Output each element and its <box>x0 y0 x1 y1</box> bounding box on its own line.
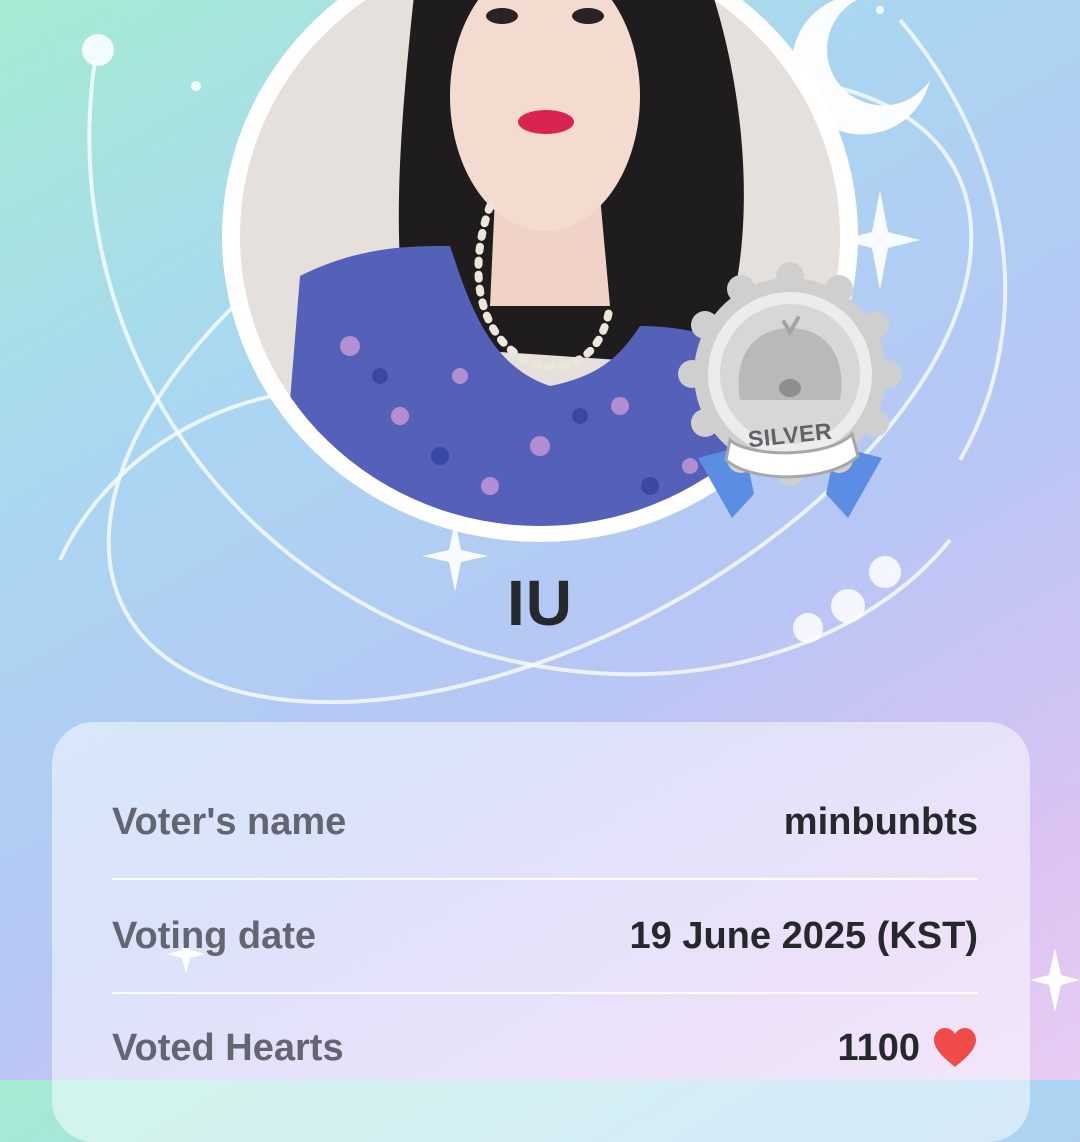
detail-row-voting-date: Voting date 19 June 2025 (KST) <box>112 880 978 994</box>
idol-name: IU <box>507 567 573 639</box>
voter-name-label: Voter's name <box>112 800 347 843</box>
voted-hearts-label: Voted Hearts <box>112 1026 344 1069</box>
voting-date-value: 19 June 2025 (KST) <box>629 914 978 957</box>
silver-medal-icon <box>678 262 902 518</box>
detail-row-voter-name: Voter's name minbunbts <box>112 766 978 880</box>
detail-row-voted-hearts: Voted Hearts 1100 <box>112 992 978 1104</box>
heart-icon <box>934 1028 976 1067</box>
silver-medal-badge: SILVER <box>670 262 910 532</box>
sparkle-icon <box>1030 948 1080 1012</box>
voted-hearts-value: 1100 <box>837 1026 920 1069</box>
voting-date-label: Voting date <box>112 914 317 957</box>
vote-details-card: Voter's name minbunbts Voting date 19 Ju… <box>52 722 1030 1142</box>
voter-name-value: minbunbts <box>783 800 978 843</box>
voted-hearts-value-group: 1100 <box>838 1027 978 1070</box>
